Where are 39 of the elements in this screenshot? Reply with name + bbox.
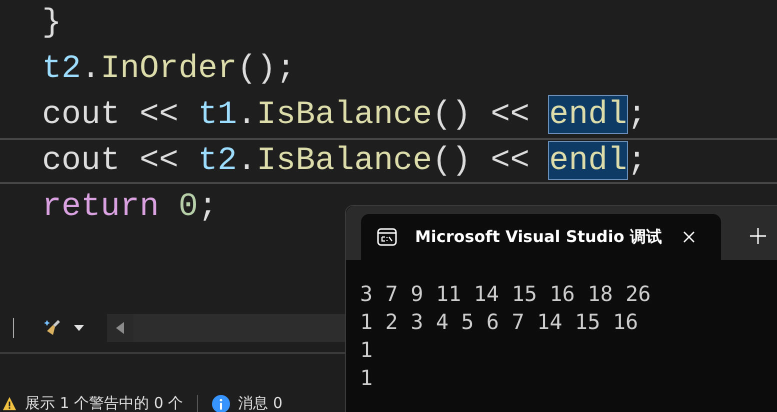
terminal-tab[interactable]: Microsoft Visual Studio 调试 bbox=[361, 214, 721, 260]
console-output-line: 1 bbox=[360, 365, 374, 392]
caret-icon[interactable] bbox=[74, 325, 84, 331]
console-output-line: 1 bbox=[360, 337, 374, 364]
new-tab-icon[interactable] bbox=[750, 228, 766, 244]
code-token: return bbox=[42, 188, 160, 225]
warnings-filter-label[interactable]: 展示 1 个警告中的 0 个 bbox=[25, 394, 184, 412]
console-output-line: 1 2 3 4 5 6 7 14 15 16 bbox=[360, 309, 640, 336]
code-token: . bbox=[81, 50, 101, 87]
code-token: t2 bbox=[42, 50, 82, 87]
info-icon bbox=[212, 394, 230, 412]
code-token: cout bbox=[42, 142, 120, 179]
code-token: () << bbox=[432, 142, 531, 179]
code-token: . bbox=[237, 96, 257, 133]
code-token: t1 bbox=[198, 96, 238, 133]
code-token: endl bbox=[549, 96, 628, 133]
code-token: InOrder bbox=[100, 50, 238, 87]
code-token: (); bbox=[237, 50, 296, 87]
tab-title: Microsoft Visual Studio 调试 bbox=[415, 226, 662, 248]
code-token: << bbox=[138, 142, 180, 179]
code-token: } bbox=[42, 4, 62, 41]
code-token: IsBalance bbox=[256, 96, 432, 133]
code-token: cout bbox=[42, 96, 120, 133]
close-icon[interactable] bbox=[683, 231, 695, 243]
scroll-left-button[interactable] bbox=[107, 314, 133, 342]
code-token: ; bbox=[198, 188, 218, 225]
code-token: 0 bbox=[178, 188, 198, 225]
code-token: << bbox=[138, 96, 180, 133]
code-token: () << bbox=[432, 96, 531, 133]
code-token: ; bbox=[627, 142, 647, 179]
code-token: IsBalance bbox=[256, 142, 432, 179]
console-output-line: 3 7 9 11 14 15 16 18 26 bbox=[360, 281, 652, 308]
code-token: t2 bbox=[198, 142, 238, 179]
left-arrow-icon bbox=[116, 322, 124, 334]
messages-filter-label[interactable]: 消息 0 bbox=[238, 394, 282, 412]
console-icon bbox=[377, 228, 397, 246]
code-token: ; bbox=[627, 96, 647, 133]
code-token: . bbox=[237, 142, 257, 179]
code-token: endl bbox=[549, 142, 628, 179]
